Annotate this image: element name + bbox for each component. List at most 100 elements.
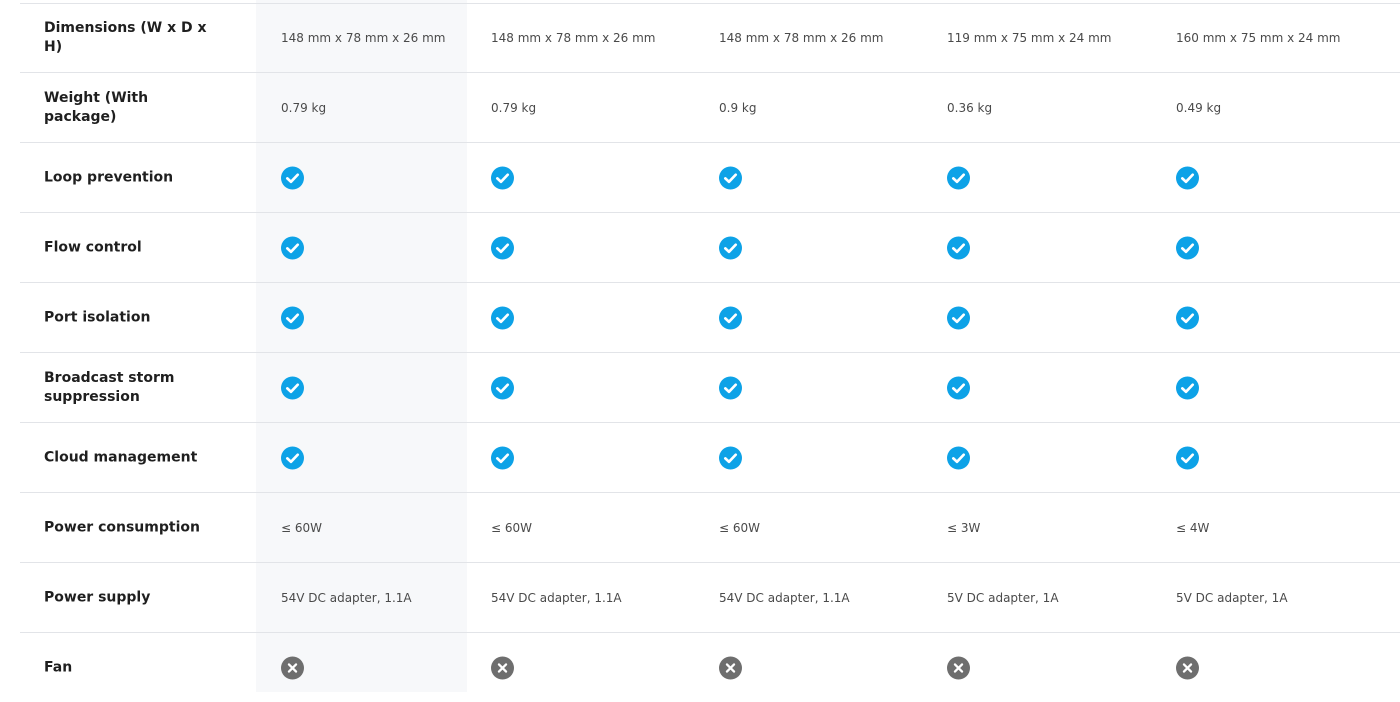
check-circle-icon <box>491 376 514 399</box>
check-circle-icon <box>947 446 970 469</box>
check-circle-icon <box>1176 236 1199 259</box>
check-circle-icon <box>1176 166 1199 189</box>
check-circle-icon <box>281 236 304 259</box>
cross-circle-icon <box>491 656 514 679</box>
check-circle-icon <box>947 446 970 469</box>
cross-circle-icon <box>1176 656 1199 679</box>
row-label: Flow control <box>44 239 142 255</box>
spec-value: 0.9 kg <box>719 100 757 115</box>
check-circle-icon <box>491 376 514 399</box>
check-circle-icon <box>1176 376 1199 399</box>
spec-value: 148 mm x 78 mm x 26 mm <box>281 30 446 45</box>
spec-value: ≤ 60W <box>281 520 323 535</box>
cross-circle-icon <box>947 656 970 679</box>
table-row: Flow control <box>20 213 1400 283</box>
spec-value: 119 mm x 75 mm x 24 mm <box>947 30 1112 45</box>
cross-circle-icon <box>947 656 970 679</box>
cross-circle-icon <box>281 656 304 679</box>
check-circle-icon <box>947 376 970 399</box>
check-circle-icon <box>947 166 970 189</box>
table-row: Dimensions (W x D x H) 148 mm x 78 mm x … <box>20 3 1400 73</box>
check-circle-icon <box>947 236 970 259</box>
spec-value: 148 mm x 78 mm x 26 mm <box>719 30 884 45</box>
table-row: Cloud management <box>20 423 1400 493</box>
spec-value: 148 mm x 78 mm x 26 mm <box>491 30 656 45</box>
check-circle-icon <box>491 236 514 259</box>
row-label: Dimensions (W x D x H) <box>44 19 207 55</box>
check-circle-icon <box>1176 306 1199 329</box>
table-row: Port isolation <box>20 283 1400 353</box>
cross-circle-icon <box>491 656 514 679</box>
spec-value: ≤ 60W <box>719 520 761 535</box>
check-circle-icon <box>491 446 514 469</box>
cross-circle-icon <box>719 656 742 679</box>
check-circle-icon <box>281 376 304 399</box>
table-row: Broadcast storm suppression <box>20 353 1400 423</box>
check-circle-icon <box>947 166 970 189</box>
check-circle-icon <box>719 166 742 189</box>
spec-value: 0.36 kg <box>947 100 993 115</box>
row-label: Cloud management <box>44 449 198 465</box>
spec-value: 54V DC adapter, 1.1A <box>719 590 850 605</box>
row-label: Loop prevention <box>44 169 174 185</box>
check-circle-icon <box>281 166 304 189</box>
check-circle-icon <box>1176 376 1199 399</box>
check-circle-icon <box>947 306 970 329</box>
spec-value: 54V DC adapter, 1.1A <box>491 590 622 605</box>
check-circle-icon <box>1176 446 1199 469</box>
check-circle-icon <box>281 306 304 329</box>
check-circle-icon <box>719 306 742 329</box>
row-label: Power consumption <box>44 519 200 535</box>
check-circle-icon <box>719 306 742 329</box>
check-circle-icon <box>719 236 742 259</box>
check-circle-icon <box>281 446 304 469</box>
table-row: Power consumption ≤ 60W ≤ 60W ≤ 60W ≤ 3W… <box>20 493 1400 563</box>
row-label: Broadcast storm suppression <box>44 369 175 405</box>
check-circle-icon <box>719 166 742 189</box>
spec-value: 5V DC adapter, 1A <box>1176 590 1288 605</box>
check-circle-icon <box>491 166 514 189</box>
spec-value: 0.79 kg <box>281 100 327 115</box>
spec-value: ≤ 3W <box>947 520 981 535</box>
table-row: Power supply 54V DC adapter, 1.1A 54V DC… <box>20 563 1400 633</box>
row-label: Port isolation <box>44 309 151 325</box>
check-circle-icon <box>281 166 304 189</box>
spec-value: 0.79 kg <box>491 100 537 115</box>
row-label: Power supply <box>44 589 151 605</box>
check-circle-icon <box>281 446 304 469</box>
check-circle-icon <box>491 306 514 329</box>
check-circle-icon <box>719 446 742 469</box>
table-row: Weight (With package) 0.79 kg 0.79 kg 0.… <box>20 73 1400 143</box>
check-circle-icon <box>491 306 514 329</box>
spec-value: 54V DC adapter, 1.1A <box>281 590 412 605</box>
check-circle-icon <box>491 446 514 469</box>
cross-circle-icon <box>1176 656 1199 679</box>
check-circle-icon <box>947 236 970 259</box>
check-circle-icon <box>281 306 304 329</box>
spec-value: 0.49 kg <box>1176 100 1222 115</box>
spec-value: 5V DC adapter, 1A <box>947 590 1059 605</box>
row-label: Weight (With package) <box>44 89 149 125</box>
row-label: Fan <box>44 659 73 675</box>
check-circle-icon <box>1176 306 1199 329</box>
check-circle-icon <box>719 376 742 399</box>
spec-value: ≤ 4W <box>1176 520 1210 535</box>
table-row: Loop prevention <box>20 143 1400 213</box>
check-circle-icon <box>281 236 304 259</box>
check-circle-icon <box>1176 236 1199 259</box>
spec-value: ≤ 60W <box>491 520 533 535</box>
check-circle-icon <box>281 376 304 399</box>
check-circle-icon <box>719 446 742 469</box>
check-circle-icon <box>947 306 970 329</box>
check-circle-icon <box>1176 446 1199 469</box>
spec-value: 160 mm x 75 mm x 24 mm <box>1176 30 1341 45</box>
check-circle-icon <box>947 376 970 399</box>
cross-circle-icon <box>719 656 742 679</box>
check-circle-icon <box>491 236 514 259</box>
cross-circle-icon <box>281 656 304 679</box>
check-circle-icon <box>719 236 742 259</box>
spec-comparison-table: Dimensions (W x D x H) 148 mm x 78 mm x … <box>20 3 1400 702</box>
check-circle-icon <box>719 376 742 399</box>
check-circle-icon <box>491 166 514 189</box>
check-circle-icon <box>1176 166 1199 189</box>
